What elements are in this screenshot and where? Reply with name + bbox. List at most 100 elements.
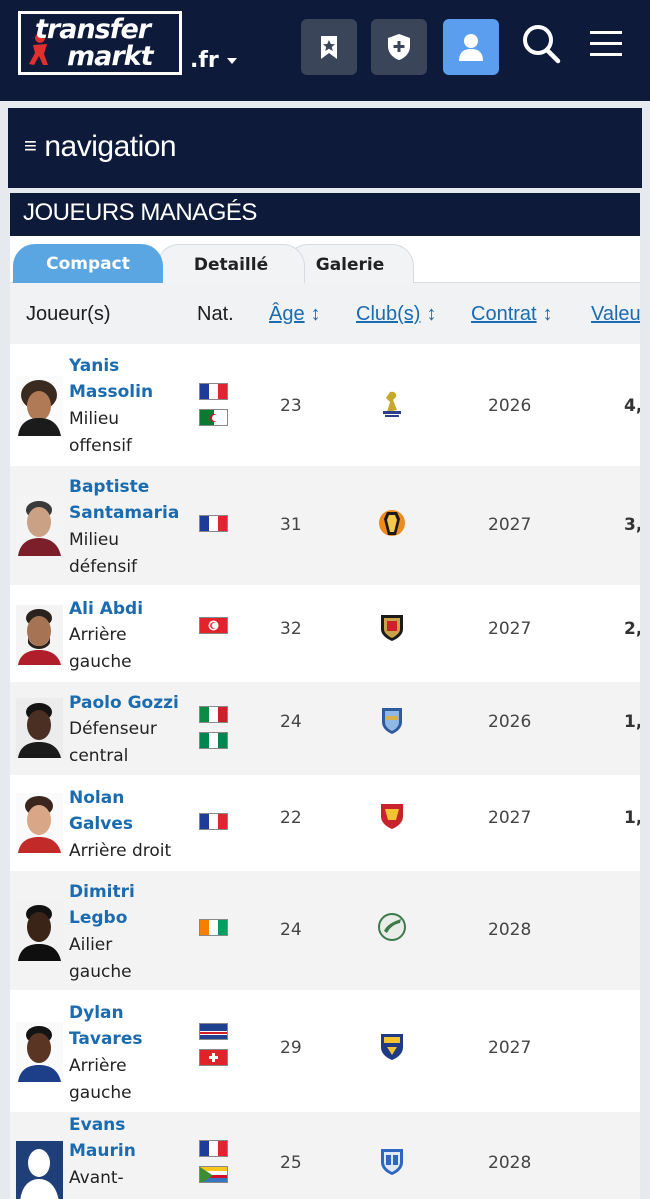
- flag-italy-icon: [199, 706, 228, 723]
- player-name-link[interactable]: Nolan Galves: [69, 785, 194, 837]
- player-position: Arrière gauche: [69, 622, 194, 675]
- sc-bastia-crest-icon[interactable]: [376, 388, 408, 420]
- player-age: 25: [280, 1153, 302, 1173]
- rodez-crest-icon[interactable]: [376, 799, 408, 831]
- sort-arrows-icon: ↕: [542, 303, 553, 325]
- watchlist-button[interactable]: [301, 19, 357, 75]
- tab-compact[interactable]: Compact: [13, 244, 163, 284]
- player-photo: [16, 496, 63, 556]
- position-line1: Défenseur: [69, 719, 157, 739]
- navigation-toggle[interactable]: ≡ navigation: [24, 130, 177, 164]
- domain-selector[interactable]: .fr: [190, 48, 237, 73]
- player-age: 24: [280, 712, 302, 732]
- view-tabs: Galerie Detaillé Compact: [10, 236, 640, 284]
- flag-switzerland-icon: [199, 1049, 228, 1066]
- column-contract-label: Contrat: [471, 303, 537, 325]
- player-name-link[interactable]: Yanis Massolin: [69, 353, 194, 405]
- player-position: Avant-: [69, 1165, 194, 1192]
- player-name-link[interactable]: Paolo Gozzi: [69, 690, 194, 716]
- player-photo: [16, 793, 63, 853]
- player-photo: [16, 605, 63, 665]
- position-line2: offensif: [69, 435, 132, 456]
- column-nationality: Nat.: [197, 303, 234, 325]
- column-age-sort[interactable]: Âge ↕: [269, 303, 321, 326]
- contract-year: 2028: [488, 920, 532, 940]
- column-value-sort[interactable]: Valeur: [591, 303, 640, 326]
- column-contract-sort[interactable]: Contrat ↕: [471, 303, 553, 326]
- flag-tunisia-icon: [199, 617, 228, 634]
- player-position: Défenseur central: [69, 716, 194, 769]
- market-value: 1,: [624, 808, 640, 828]
- transfermarkt-logo[interactable]: transfer markt: [18, 11, 182, 75]
- player-name-link[interactable]: Ali Abdi: [69, 596, 194, 622]
- flag-france-icon: [199, 383, 228, 400]
- position-line2: gauche: [69, 1082, 132, 1103]
- flag-ivory-coast-icon: [199, 919, 228, 936]
- player-name-link[interactable]: Dylan Tavares: [69, 1000, 194, 1052]
- table-row[interactable]: Dylan Tavares Arrière gauche 29 2027: [10, 990, 640, 1112]
- tab-label: Detaillé: [193, 254, 269, 275]
- column-club-sort[interactable]: Club(s) ↕: [356, 303, 436, 326]
- table-row[interactable]: Paolo Gozzi Défenseur central 24 2026 1,: [10, 682, 640, 775]
- player-photo: [16, 1022, 63, 1082]
- flag-france-icon: [199, 813, 228, 830]
- player-name-link[interactable]: Baptiste Santamaria: [69, 474, 194, 526]
- top-header: transfer markt .fr: [0, 0, 650, 101]
- table-row[interactable]: Nolan Galves Arrière droit 22 2027 1,: [10, 775, 640, 871]
- position-line1: Ailier: [69, 935, 113, 955]
- market-value: 3,: [624, 515, 640, 535]
- tab-detaille[interactable]: Detaillé: [157, 244, 305, 284]
- player-first-name: Dimitri: [69, 882, 135, 902]
- player-position: Milieu offensif: [69, 406, 194, 459]
- troyes-crest-icon[interactable]: [376, 704, 408, 736]
- player-last-name: Legbo: [69, 908, 128, 928]
- club-button[interactable]: [371, 19, 427, 75]
- ogc-nice-crest-icon[interactable]: [376, 611, 408, 643]
- position-line2: gauche: [69, 651, 132, 672]
- column-value-label: Valeur: [591, 303, 640, 325]
- red-star-crest-icon[interactable]: [376, 911, 408, 943]
- table-row[interactable]: Ali Abdi Arrière gauche 32 2027 2,: [10, 585, 640, 682]
- table-row[interactable]: Baptiste Santamaria Milieu défensif 31 202…: [10, 466, 640, 585]
- player-position: Ailier gauche: [69, 932, 194, 985]
- tab-label: Galerie: [315, 254, 385, 275]
- player-last-name: Tavares: [69, 1029, 143, 1049]
- column-club-label: Club(s): [356, 303, 421, 325]
- player-first-name: Dylan: [69, 1003, 124, 1023]
- market-value: 4,: [624, 396, 640, 416]
- column-player: Joueur(s): [26, 303, 111, 325]
- tab-galerie[interactable]: Galerie: [286, 244, 414, 284]
- menu-button[interactable]: [582, 20, 630, 68]
- player-position: Arrière gauche: [69, 1053, 194, 1106]
- player-first-name: Nolan: [69, 788, 125, 808]
- contract-year: 2027: [488, 619, 532, 639]
- player-age: 23: [280, 396, 302, 416]
- table-row[interactable]: Yanis Massolin Milieu offensif 23 2026 4,: [10, 344, 640, 466]
- account-button[interactable]: [443, 19, 499, 75]
- search-button[interactable]: [517, 20, 565, 68]
- player-first-name: Baptiste: [69, 477, 150, 497]
- player-name-link[interactable]: Evans Maurin: [69, 1112, 194, 1164]
- market-value: 1,: [624, 712, 640, 732]
- navigation-label: navigation: [44, 130, 177, 163]
- player-first-name: Evans: [69, 1115, 126, 1135]
- section-title: JOUEURS MANAGÉS: [23, 199, 257, 226]
- table-row[interactable]: Evans Maurin Avant- 25 2028: [10, 1112, 640, 1199]
- table-row[interactable]: Dimitri Legbo Ailier gauche 24 2028: [10, 871, 640, 990]
- sort-arrows-icon: ↕: [310, 303, 321, 325]
- player-age: 24: [280, 920, 302, 940]
- search-icon: [523, 25, 561, 64]
- section-header: JOUEURS MANAGÉS: [10, 193, 640, 236]
- position-line1: Milieu: [69, 530, 120, 550]
- player-name-link[interactable]: Dimitri Legbo: [69, 879, 194, 931]
- navigation-bar[interactable]: ≡ navigation: [8, 108, 642, 188]
- valencia-crest-icon[interactable]: [376, 507, 408, 539]
- position-line2: central: [69, 745, 129, 766]
- grenoble-crest-icon[interactable]: [376, 1145, 408, 1177]
- sochaux-crest-icon[interactable]: [376, 1030, 408, 1062]
- flag-nigeria-icon: [199, 732, 228, 749]
- player-first-name: Paolo Gozzi: [69, 693, 179, 713]
- contract-year: 2026: [488, 396, 532, 416]
- position-line1: Arrière: [69, 1056, 127, 1076]
- position-line1: Arrière: [69, 625, 127, 645]
